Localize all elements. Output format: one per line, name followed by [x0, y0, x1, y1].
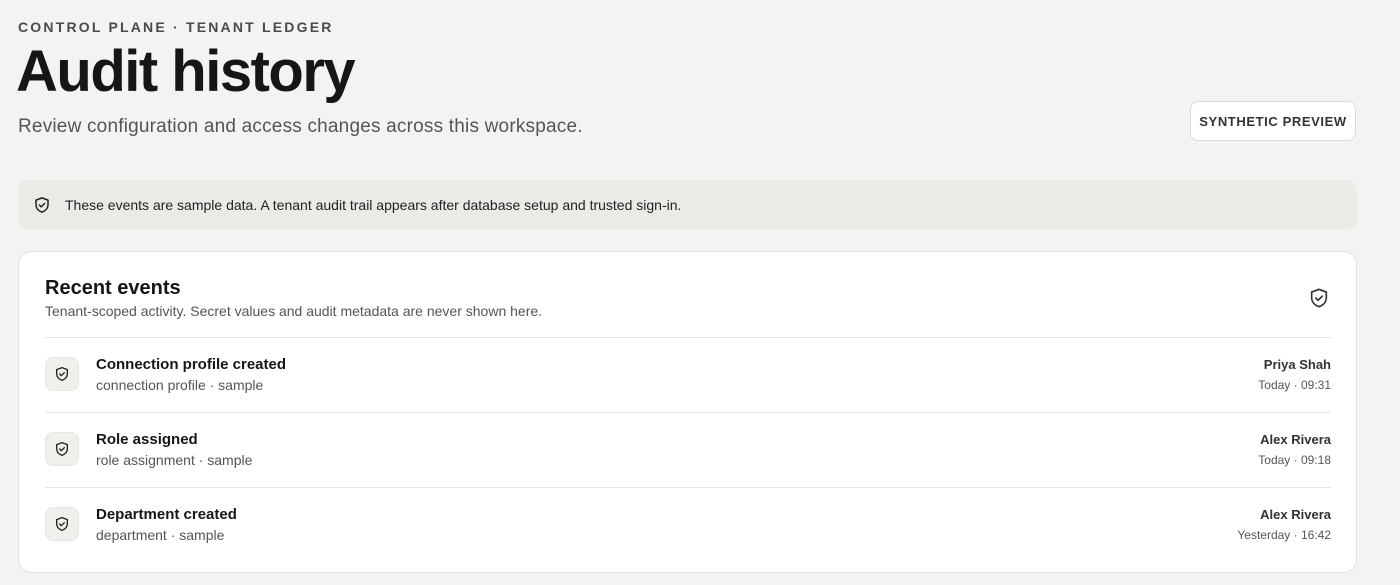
shield-check-icon	[45, 432, 79, 466]
eyebrow: CONTROL PLANE · TENANT LEDGER	[18, 19, 334, 35]
event-time: Today · 09:31	[1258, 378, 1331, 392]
event-actor: Priya Shah	[1263, 357, 1331, 372]
event-meta: role assignment · sample	[96, 452, 253, 468]
shield-check-icon	[45, 507, 79, 541]
event-time: Today · 09:18	[1258, 453, 1331, 467]
shield-check-icon	[33, 196, 51, 214]
event-actor: Alex Rivera	[1260, 507, 1331, 522]
event-title: Department created	[96, 506, 237, 523]
event-meta: department · sample	[96, 527, 225, 543]
event-actor: Alex Rivera	[1260, 432, 1331, 447]
event-row[interactable]: Role assigned role assignment · sample A…	[45, 412, 1331, 487]
shield-check-icon	[1308, 287, 1330, 309]
card-title: Recent events	[45, 277, 181, 299]
event-row[interactable]: Department created department · sample A…	[45, 487, 1331, 562]
banner-text: These events are sample data. A tenant a…	[65, 196, 682, 213]
recent-events-card: Recent events Tenant-scoped activity. Se…	[18, 251, 1357, 573]
shield-check-icon	[45, 357, 79, 391]
card-subtitle: Tenant-scoped activity. Secret values an…	[45, 303, 543, 319]
event-time: Yesterday · 16:42	[1237, 528, 1331, 542]
event-row[interactable]: Connection profile created connection pr…	[45, 337, 1331, 412]
event-meta: connection profile · sample	[96, 377, 264, 393]
page-subtitle: Review configuration and access changes …	[18, 116, 583, 137]
event-title: Connection profile created	[96, 356, 287, 373]
page-title: Audit history	[16, 39, 356, 104]
event-title: Role assigned	[96, 431, 198, 448]
synthetic-preview-button[interactable]: SYNTHETIC PREVIEW	[1190, 101, 1356, 141]
sample-data-banner: These events are sample data. A tenant a…	[18, 180, 1357, 229]
event-list: Connection profile created connection pr…	[45, 337, 1331, 562]
